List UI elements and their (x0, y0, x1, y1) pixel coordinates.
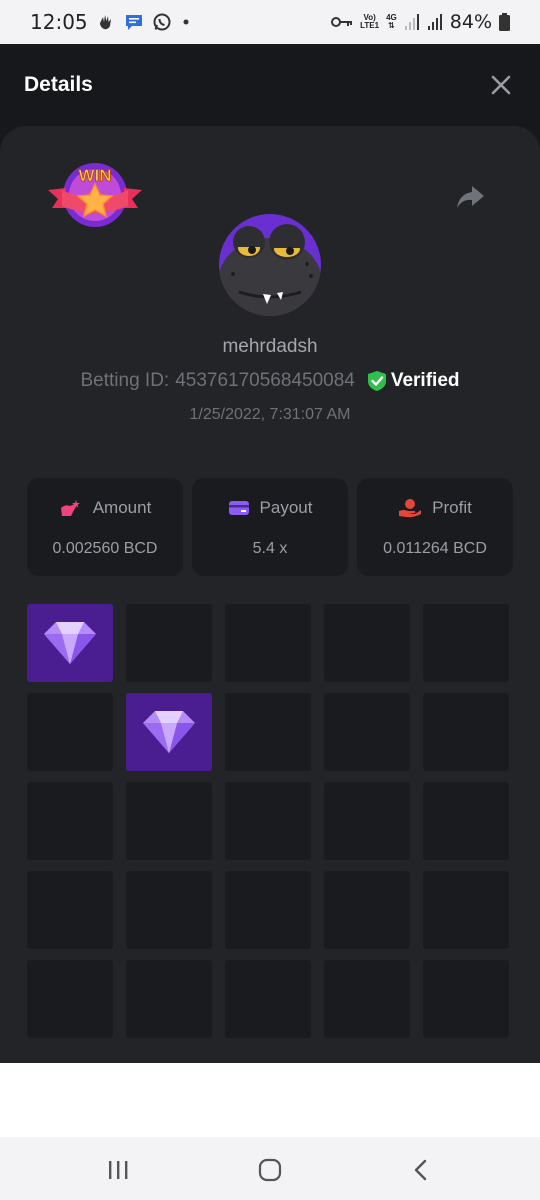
home-button[interactable] (255, 1155, 285, 1185)
profit-label: Profit (432, 498, 472, 517)
back-icon (414, 1159, 427, 1181)
grid-tile[interactable] (324, 693, 410, 771)
whatsapp-icon (152, 12, 172, 32)
win-badge: WIN (46, 158, 144, 232)
grid-tile[interactable] (225, 871, 311, 949)
system-nav-bar (0, 1137, 540, 1200)
grid-tile[interactable] (126, 782, 212, 860)
volte-icon: Vo) LTE1 (360, 14, 379, 30)
verified-label: Verified (390, 370, 460, 391)
avatar (219, 214, 321, 316)
dot-icon (180, 16, 192, 28)
profit-header: Profit (357, 498, 513, 518)
key-icon (331, 15, 353, 29)
profit-card: Profit 0.011264 BCD (357, 478, 513, 576)
grid-tile[interactable] (225, 693, 311, 771)
payout-value: 5.4 x (252, 540, 288, 557)
signal-icon (404, 13, 420, 31)
grid-tile[interactable] (324, 871, 410, 949)
recent-apps-icon (109, 1161, 128, 1179)
grid-tile[interactable] (126, 604, 212, 682)
message-icon (124, 12, 144, 32)
bet-timestamp: 1/25/2022, 7:31:07 AM (189, 406, 351, 423)
shield-check-icon (367, 371, 386, 391)
page-title: Details (24, 73, 93, 96)
payout-label: Payout (259, 498, 313, 517)
amount-header: Amount (27, 498, 183, 518)
grid-tile[interactable] (423, 782, 509, 860)
amount-icon (60, 500, 80, 516)
status-left: 12:05 (30, 10, 192, 34)
profit-icon (399, 499, 422, 518)
grid-tile[interactable] (27, 871, 113, 949)
betting-id-row: Betting ID: 4537617056845008​4 Verified (0, 370, 540, 392)
grid-tile[interactable] (324, 960, 410, 1038)
grid-tile-gem[interactable] (126, 693, 212, 771)
back-button[interactable] (406, 1155, 436, 1185)
app-header: Details (0, 44, 540, 126)
betting-id-label: Betting ID: (80, 370, 170, 391)
close-button[interactable] (486, 70, 516, 100)
username: mehrdadsh (222, 336, 318, 357)
grid-tile[interactable] (126, 960, 212, 1038)
verified-badge: Verified (367, 370, 460, 392)
recent-apps-button[interactable] (103, 1155, 133, 1185)
grid-tile[interactable] (27, 693, 113, 771)
grid-tile[interactable] (126, 871, 212, 949)
win-badge-text: WIN (78, 166, 111, 185)
profit-value: 0.011264 BCD (383, 540, 487, 557)
grid-tile[interactable] (225, 604, 311, 682)
volte-bottom-text: LTE1 (360, 21, 380, 30)
bottom-spacer (0, 1063, 540, 1137)
amount-value: 0.002560 BCD (52, 540, 158, 557)
grid-tile[interactable] (27, 960, 113, 1038)
grid-tile[interactable] (423, 871, 509, 949)
grid-tile[interactable] (225, 960, 311, 1038)
diamond-icon (44, 622, 96, 664)
close-icon (491, 75, 511, 95)
grid-tile[interactable] (324, 604, 410, 682)
status-right: Vo) LTE1 4G ⇅ 84% (331, 11, 510, 33)
battery-percent: 84% (449, 11, 492, 33)
grid-tile[interactable] (225, 782, 311, 860)
grid-tile[interactable] (423, 960, 509, 1038)
grid-tile[interactable] (423, 604, 509, 682)
payout-card: Payout 5.4 x (192, 478, 348, 576)
battery-icon (499, 13, 510, 31)
amount-label: Amount (92, 498, 152, 517)
hand-wave-icon (96, 12, 116, 32)
grid-tile-gem[interactable] (27, 604, 113, 682)
amount-card: Amount 0.002560 BCD (27, 478, 183, 576)
signal-icon (427, 13, 443, 31)
status-time: 12:05 (30, 10, 88, 34)
card-icon (228, 501, 249, 515)
grid-tile[interactable] (423, 693, 509, 771)
payout-header: Payout (192, 498, 348, 518)
grid-tile[interactable] (27, 782, 113, 860)
home-icon (258, 1158, 282, 1182)
network-4g-icon: 4G ⇅ (386, 13, 397, 30)
status-bar: 12:05 Vo) LTE1 4G ⇅ 84% (0, 0, 540, 44)
share-icon[interactable] (454, 180, 486, 212)
betting-id-value: 4537617056845008​4 (175, 370, 355, 391)
grid-tile[interactable] (324, 782, 410, 860)
diamond-icon (143, 711, 195, 753)
